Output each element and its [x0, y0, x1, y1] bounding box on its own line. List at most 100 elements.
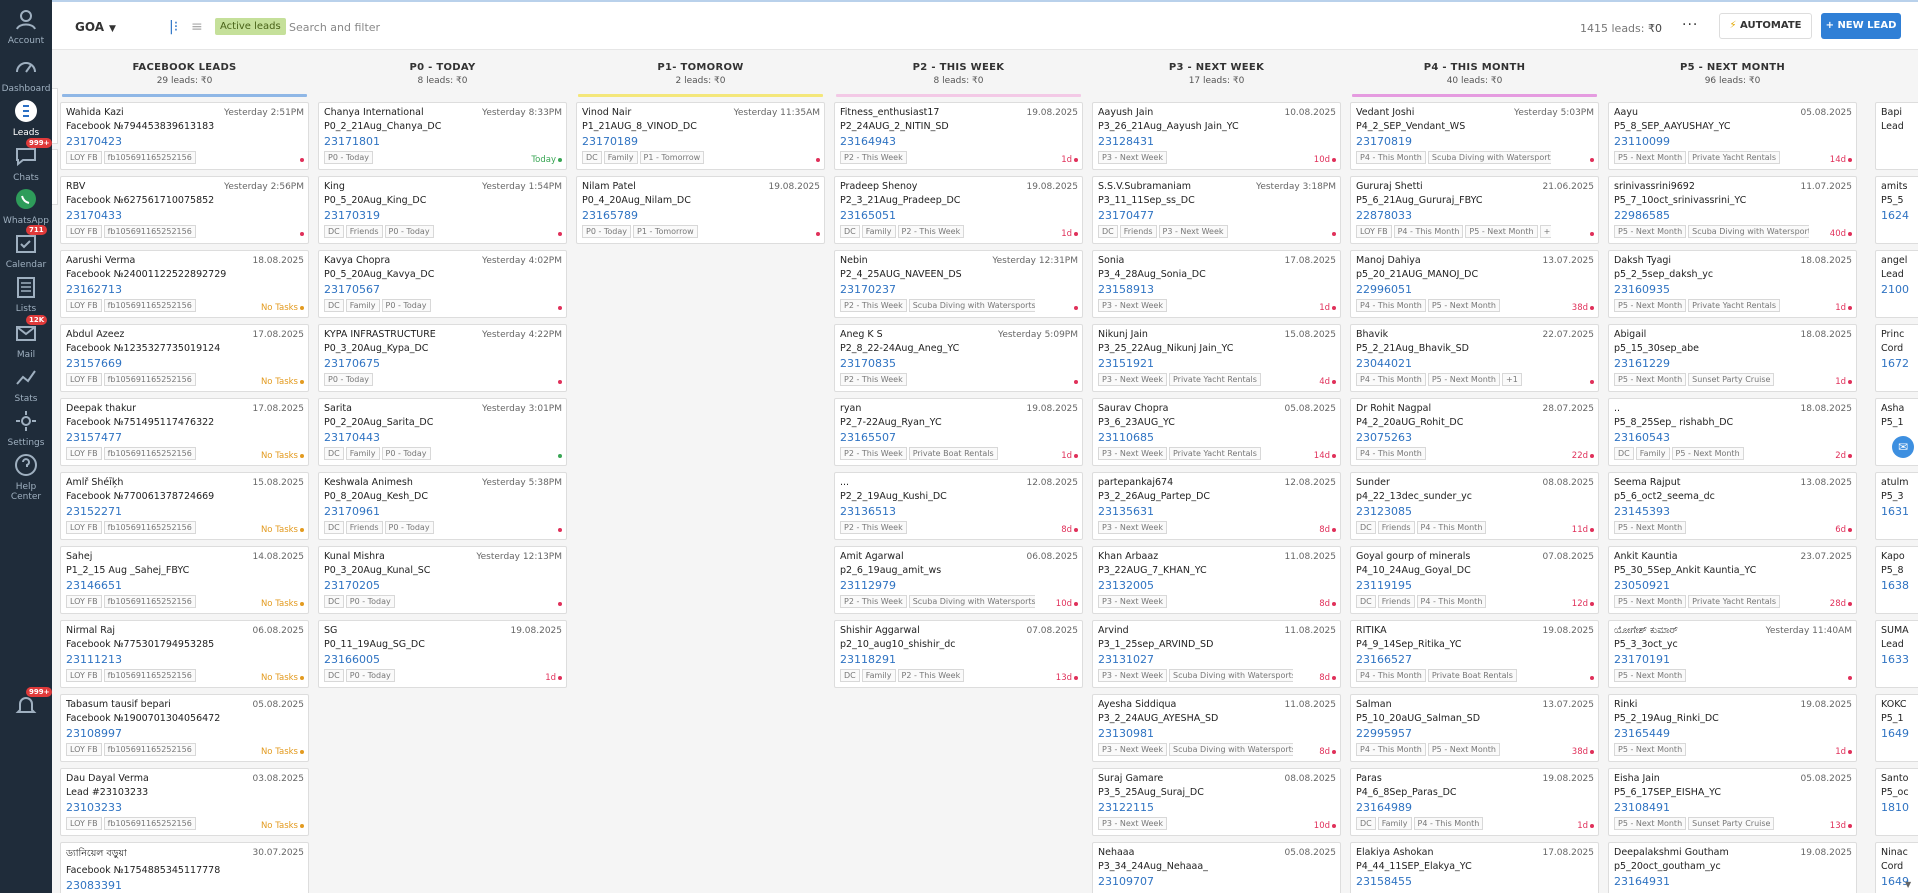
- lead-contact-name[interactable]: Tabasum tausif bepari: [66, 699, 226, 710]
- lead-tag[interactable]: P0 - Today: [324, 151, 374, 164]
- lead-tag[interactable]: P5 - Next Month: [1614, 225, 1687, 238]
- lead-id-link[interactable]: 23164931: [1614, 875, 1852, 888]
- lead-id-link[interactable]: 23170675: [324, 357, 562, 370]
- lead-tag[interactable]: DC: [840, 669, 860, 682]
- lead-card[interactable]: Rinki 19.08.2025 P5_2_19Aug_Rinki_DC 231654…: [1608, 694, 1857, 762]
- lead-id-link[interactable]: 1638: [1881, 579, 1918, 592]
- lead-card[interactable]: SÜMÃ Lead 1633: [1875, 620, 1918, 688]
- lead-contact-name[interactable]: S.S.V.Subramaniam: [1098, 181, 1258, 192]
- lead-tag[interactable]: P5 - Next Month: [1614, 669, 1687, 682]
- lead-contact-name[interactable]: Amit Agarwal: [840, 551, 1000, 562]
- lead-contact-name[interactable]: Vinod Nair: [582, 107, 742, 118]
- lead-contact-name[interactable]: srinivassrini9692: [1614, 181, 1774, 192]
- lead-tag[interactable]: Scuba Diving with Watersports: [1168, 669, 1293, 682]
- lead-id-link[interactable]: 23162713: [66, 283, 304, 296]
- lead-tag[interactable]: P2 - This Week: [840, 151, 907, 164]
- lead-tag[interactable]: Private Boat Rentals: [1427, 669, 1517, 682]
- lead-card[interactable]: srinivassrini9692 11.07.2025 P5_7_10oct_sr…: [1608, 176, 1857, 244]
- lead-id-link[interactable]: 22878033: [1356, 209, 1594, 222]
- lead-card[interactable]: Aneg K S Yesterday 5:09PM P2_8_22-24Aug_An…: [834, 324, 1083, 392]
- lead-contact-name[interactable]: Seema Rajput: [1614, 477, 1774, 488]
- lead-contact-name[interactable]: Goyal gourp of minerals: [1356, 551, 1516, 562]
- lead-tag[interactable]: Private Yacht Rentals: [1688, 595, 1781, 608]
- lead-tag[interactable]: fb105691165252156: [103, 447, 196, 460]
- lead-id-link[interactable]: 22986585: [1614, 209, 1852, 222]
- lead-tag[interactable]: P4 - This Month: [1393, 225, 1464, 238]
- lead-id-link[interactable]: 23119195: [1356, 579, 1594, 592]
- lead-contact-name[interactable]: ryan: [840, 403, 1000, 414]
- lead-contact-name[interactable]: Àmĺř Šhéīķh: [66, 477, 226, 488]
- scroll-down-arrow-icon[interactable]: ▼: [1905, 880, 1911, 889]
- lead-tag[interactable]: DC: [1614, 447, 1634, 460]
- lead-id-link[interactable]: 23122115: [1098, 801, 1336, 814]
- lead-tag[interactable]: P4 - This Month: [1356, 151, 1426, 164]
- lead-tag[interactable]: LOY FB: [66, 447, 102, 460]
- lead-id-link[interactable]: 23145393: [1614, 505, 1852, 518]
- lead-id-link[interactable]: 23158913: [1098, 283, 1336, 296]
- lead-id-link[interactable]: 23165051: [840, 209, 1078, 222]
- lead-tag[interactable]: Family: [861, 669, 896, 682]
- lead-card[interactable]: Suraj Gamare 08.08.2025 P3_5_25Aug_Suraj_D…: [1092, 768, 1341, 836]
- lead-id-link[interactable]: 22996051: [1356, 283, 1594, 296]
- lead-tag[interactable]: P3 - Next Week: [1098, 669, 1167, 682]
- lead-tag[interactable]: fb105691165252156: [103, 743, 196, 756]
- lead-contact-name[interactable]: SG: [324, 625, 484, 636]
- lead-tag[interactable]: P5 - Next Month: [1614, 595, 1687, 608]
- lead-contact-name[interactable]: SÜMÃ: [1881, 625, 1918, 636]
- lead-tag[interactable]: P0 - Today: [381, 447, 431, 460]
- lead-tag[interactable]: fb105691165252156: [103, 151, 196, 164]
- lead-tag[interactable]: Friends: [345, 521, 383, 534]
- lead-tag[interactable]: P3 - Next Week: [1098, 743, 1167, 756]
- lead-id-link[interactable]: 23158455: [1356, 875, 1594, 888]
- lead-contact-name[interactable]: Kavya Chopra: [324, 255, 484, 266]
- lead-contact-name[interactable]: Deepak thakur: [66, 403, 226, 414]
- lead-contact-name[interactable]: Bhavik: [1356, 329, 1516, 340]
- lead-tag[interactable]: P3 - Next Week: [1098, 817, 1167, 830]
- lead-card[interactable]: .. 18.08.2025 P5_8_25Sep_ rishabh_DC 231605…: [1608, 398, 1857, 466]
- lead-id-link[interactable]: 23112979: [840, 579, 1078, 592]
- lead-id-link[interactable]: 23164943: [840, 135, 1078, 148]
- lead-contact-name[interactable]: ড্যানিয়েল বড়ুয়া: [66, 847, 226, 862]
- lead-contact-name[interactable]: Dau Dayal Verma: [66, 773, 226, 784]
- lead-id-link[interactable]: 23165449: [1614, 727, 1852, 740]
- lead-contact-name[interactable]: Nehaaa: [1098, 847, 1258, 858]
- lead-id-link[interactable]: 23044021: [1356, 357, 1594, 370]
- lead-card[interactable]: SG 19.08.2025 P0_11_19Aug_SG_DC 23166005 DC P…: [318, 620, 567, 688]
- lead-contact-name[interactable]: Sonia: [1098, 255, 1258, 266]
- lead-tag[interactable]: Private Yacht Rentals: [1168, 447, 1261, 460]
- lead-contact-name[interactable]: Nikunj Jain: [1098, 329, 1258, 340]
- lead-card[interactable]: Aarushi Verma 18.08.2025 Facebook №2400112…: [60, 250, 309, 318]
- lead-id-link[interactable]: 23110685: [1098, 431, 1336, 444]
- pipeline-selector[interactable]: GOA ▼: [75, 20, 116, 34]
- automate-button[interactable]: ⚡ AUTOMATE: [1719, 13, 1812, 39]
- list-view-icon[interactable]: ≡: [191, 19, 203, 35]
- lead-contact-name[interactable]: Fitness_enthusiast17: [840, 107, 1000, 118]
- lead-tag[interactable]: P4 - This Month: [1416, 521, 1487, 534]
- sidebar-item-help-center[interactable]: Help Center: [0, 450, 52, 502]
- lead-id-link[interactable]: 23157477: [66, 431, 304, 444]
- lead-card[interactable]: KYPA INFRASTRUCTURE Yesterday 4:22PM P0_3_…: [318, 324, 567, 392]
- lead-tag[interactable]: fb105691165252156: [103, 225, 196, 238]
- lead-tag[interactable]: Family: [861, 225, 896, 238]
- lead-card[interactable]: Dau Dayal Verma 03.08.2025 Lead #23103233 2…: [60, 768, 309, 836]
- lead-contact-name[interactable]: angel: [1881, 255, 1918, 266]
- lead-id-link[interactable]: 23131027: [1098, 653, 1336, 666]
- lead-id-link[interactable]: 23152271: [66, 505, 304, 518]
- lead-card[interactable]: Sunder 08.08.2025 p4_22_13dec_sunder_yc 231…: [1350, 472, 1599, 540]
- lead-id-link[interactable]: 23170205: [324, 579, 562, 592]
- lead-card[interactable]: Saurav Chopra 05.08.2025 P3_6_23AUG_YC 2311…: [1092, 398, 1341, 466]
- lead-id-link[interactable]: 23171801: [324, 135, 562, 148]
- lead-tag[interactable]: DC: [1098, 225, 1118, 238]
- sidebar-item-calendar[interactable]: 711 Calendar: [0, 225, 52, 270]
- lead-card[interactable]: Nilam Patel 19.08.2025 P0_4_20Aug_Nilam_DC…: [576, 176, 825, 244]
- lead-contact-name[interactable]: Dr Rohit Nagpal: [1356, 403, 1516, 414]
- lead-id-link[interactable]: 23164989: [1356, 801, 1594, 814]
- lead-contact-name[interactable]: RBV: [66, 181, 226, 192]
- lead-contact-name[interactable]: Saurav Chopra: [1098, 403, 1258, 414]
- lead-card[interactable]: Bapi Lead: [1875, 102, 1918, 170]
- lead-id-link[interactable]: 23165789: [582, 209, 820, 222]
- lead-card[interactable]: amits P5_5 1624: [1875, 176, 1918, 244]
- lead-card[interactable]: Tabasum tausif bepari 05.08.2025 Facebook …: [60, 694, 309, 762]
- lead-tag[interactable]: Scuba Diving with Watersports: [908, 595, 1035, 608]
- lead-tag[interactable]: P2 - This Week: [840, 521, 907, 534]
